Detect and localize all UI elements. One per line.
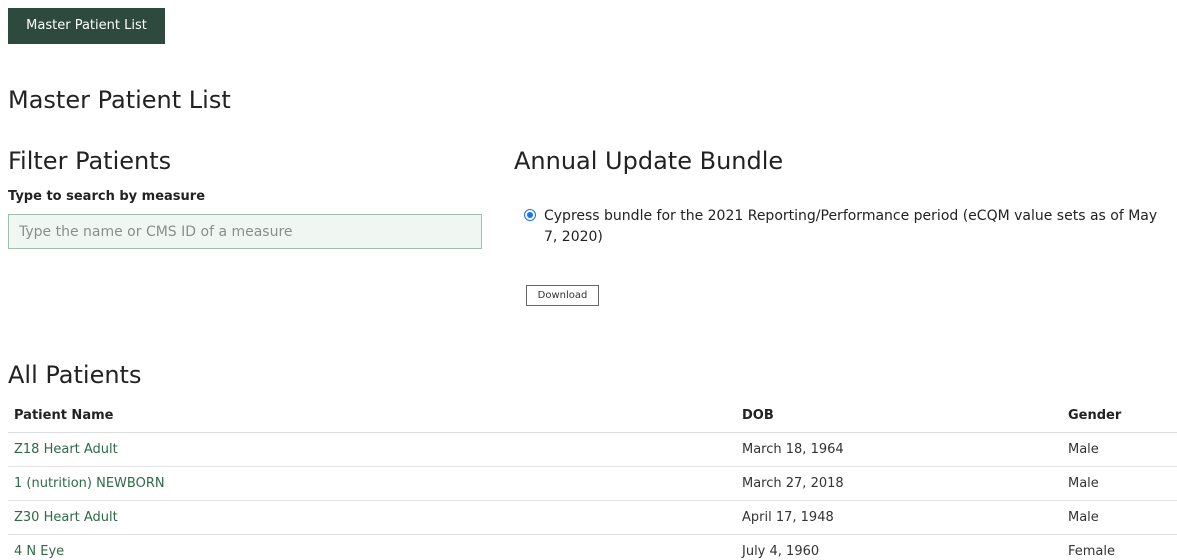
table-row: Z18 Heart Adult March 18, 1964 Male	[8, 432, 1177, 467]
patient-dob: July 4, 1960	[736, 534, 1062, 560]
patient-gender: Male	[1062, 432, 1177, 467]
patient-link[interactable]: Z30 Heart Adult	[14, 510, 118, 525]
patients-table: Patient Name DOB Gender Z18 Heart Adult …	[8, 398, 1177, 560]
patient-name-cell: 4 N Eye	[8, 534, 736, 560]
patient-name-cell: Z18 Heart Adult	[8, 432, 736, 467]
search-label: Type to search by measure	[8, 189, 206, 204]
annual-update-bundle-heading: Annual Update Bundle	[514, 147, 784, 175]
download-button[interactable]: Download	[526, 285, 599, 306]
patient-dob: March 18, 1964	[736, 432, 1062, 467]
radio-selected-dot-icon	[527, 212, 533, 218]
column-header-gender[interactable]: Gender	[1062, 398, 1177, 433]
patient-gender: Female	[1062, 534, 1177, 560]
table-row: 1 (nutrition) NEWBORN March 27, 2018 Mal…	[8, 466, 1177, 501]
bundle-radio[interactable]	[524, 209, 536, 221]
column-header-dob[interactable]: DOB	[736, 398, 1062, 433]
all-patients-heading: All Patients	[8, 361, 142, 389]
patient-name-cell: 1 (nutrition) NEWBORN	[8, 466, 736, 501]
patient-link[interactable]: 4 N Eye	[14, 544, 64, 559]
patient-link[interactable]: Z18 Heart Adult	[14, 442, 118, 457]
page-title: Master Patient List	[8, 86, 231, 114]
column-header-patient-name[interactable]: Patient Name	[8, 398, 736, 433]
page: Master Patient List Master Patient List …	[0, 0, 1177, 560]
table-row: 4 N Eye July 4, 1960 Female	[8, 534, 1177, 560]
patient-gender: Male	[1062, 466, 1177, 501]
table-header-row: Patient Name DOB Gender	[8, 398, 1177, 433]
filter-patients-heading: Filter Patients	[8, 147, 172, 175]
patient-name-cell: Z30 Heart Adult	[8, 500, 736, 535]
bundle-option[interactable]: Cypress bundle for the 2021 Reporting/Pe…	[524, 206, 1164, 248]
bundle-option-label: Cypress bundle for the 2021 Reporting/Pe…	[544, 208, 1158, 245]
patient-dob: April 17, 1948	[736, 500, 1062, 535]
patient-link[interactable]: 1 (nutrition) NEWBORN	[14, 476, 165, 491]
patient-gender: Male	[1062, 500, 1177, 535]
master-patient-list-button[interactable]: Master Patient List	[8, 8, 165, 44]
table-row: Z30 Heart Adult April 17, 1948 Male	[8, 500, 1177, 535]
patient-dob: March 27, 2018	[736, 466, 1062, 501]
measure-search-input[interactable]	[8, 214, 482, 249]
